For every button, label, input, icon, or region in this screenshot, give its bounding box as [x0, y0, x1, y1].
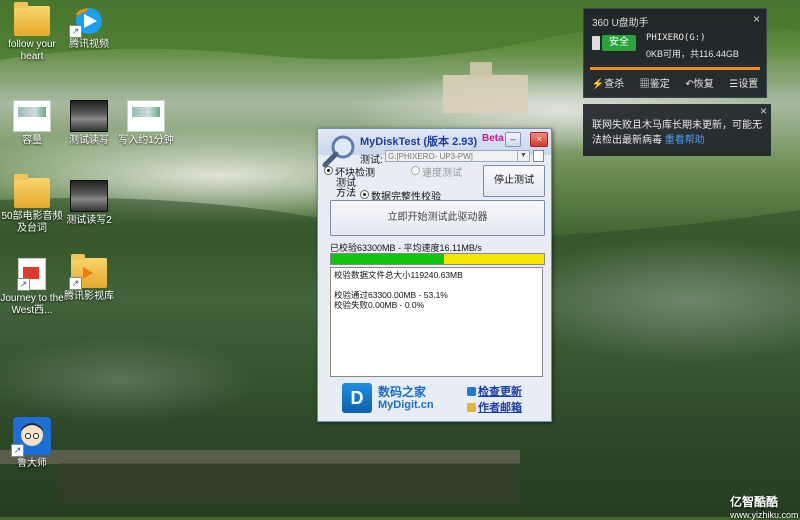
radio-speed-test [411, 166, 420, 175]
drive-name: PHIXERO(G:) [646, 33, 706, 43]
check-update-link[interactable]: 检查更新 [478, 383, 522, 399]
usb-helper-panel: 360 U盘助手 × 安全 PHIXERO(G:) 0KB可用，共116.44G… [583, 8, 767, 98]
folder-icon [14, 174, 50, 208]
email-icon [467, 403, 476, 412]
desktop-icon-movie-audio[interactable]: 50部电影音频及台词 [0, 174, 64, 235]
scan-button[interactable]: ⚡查杀 [592, 75, 624, 90]
brand-name-cn: 数码之家 [378, 385, 427, 399]
video-thumbnail-icon [70, 100, 108, 132]
desktop-icon-read-write-test[interactable]: 测试读写 [57, 100, 121, 147]
video-thumbnail-icon [70, 180, 108, 212]
settings-button[interactable]: ☰设置 [729, 75, 758, 90]
grid-icon: ▦ [639, 79, 650, 90]
footer: D 数码之家 MyDigit.cn 检查更新 作者邮箱 [338, 379, 543, 417]
list-icon: ☰ [729, 79, 739, 90]
close-icon[interactable]: × [760, 104, 767, 119]
tencent-video-icon [69, 6, 107, 38]
desktop-icon-label: 写入约1分钟 [118, 135, 174, 146]
method-label: 测试方法 [336, 178, 356, 199]
desktop-icon-label: follow your heart [8, 39, 56, 62]
screenshot-thumbnail-icon [127, 100, 165, 132]
desktop-icon-ludashi[interactable]: 鲁大师 [0, 417, 64, 470]
warning-notification: × 联网失败且木马库长期未更新，可能无法检出最新病毒 重看帮助 [583, 104, 771, 156]
progress-passed [331, 254, 445, 264]
option-checkbox[interactable] [533, 150, 544, 162]
radio-integrity-check[interactable] [360, 190, 369, 199]
minimize-button[interactable]: – [505, 132, 521, 147]
desktop-icon-label: 腾讯视频 [69, 39, 109, 50]
desktop-icon-read-write-test-2[interactable]: 测试读写2 [57, 180, 121, 227]
beta-label: Beta [482, 133, 504, 144]
identify-button[interactable]: ▦鉴定 [640, 75, 670, 90]
desktop-icon-journey-to-the-west[interactable]: Journey to the West西... [0, 258, 64, 317]
window-title: MyDiskTest (版本 2.93) [360, 136, 478, 148]
log-line: 校验失败0.00MB - 0.0% [334, 300, 425, 310]
progress-remaining [444, 254, 544, 264]
author-email-link[interactable]: 作者邮箱 [478, 399, 522, 415]
desktop-icon-label: 鲁大师 [17, 458, 47, 469]
desktop-icon-label: 测试读写 [69, 135, 109, 146]
drive-select[interactable]: G:[PHIXERO- UP3-PW] ▼ [385, 150, 530, 162]
undo-icon: ↶ [685, 79, 694, 90]
desktop-icon-tencent-movie-library[interactable]: 腾讯影视库 [57, 254, 121, 303]
safe-badge: 安全 [602, 35, 636, 51]
video-folder-icon [69, 254, 107, 290]
ludashi-icon [11, 417, 51, 457]
desktop-icon-label: 测试读写2 [66, 215, 112, 226]
start-test-button[interactable]: 立即开始测试此驱动器 [330, 200, 545, 236]
screenshot-thumbnail-icon [13, 100, 51, 132]
capacity-bar [590, 67, 760, 70]
update-icon [467, 387, 476, 396]
log-line: 校验通过63300.00MB - 53.1% [334, 290, 448, 300]
chevron-down-icon: ▼ [517, 151, 529, 161]
panel-title: 360 U盘助手 [592, 18, 649, 29]
log-line: 校验数据文件总大小119240.63MB [334, 270, 463, 280]
desktop-icon-follow-your-heart[interactable]: follow your heart [0, 2, 64, 63]
close-button[interactable]: × [530, 132, 548, 147]
drive-capacity: 0KB可用，共116.44GB [646, 49, 739, 59]
panel-actions: ⚡查杀 ▦鉴定 ↶恢复 ☰设置 [584, 75, 766, 90]
desktop-icon-label: 50部电影音频及台词 [1, 211, 63, 234]
desktop-icon-label: 容量 [22, 135, 42, 146]
progress-bar [330, 253, 545, 265]
notification-message: 联网失败且木马库长期未更新，可能无法检出最新病毒 重看帮助 [592, 118, 764, 148]
desktop-icon-tencent-video[interactable]: 腾讯视频 [57, 6, 121, 51]
document-file-icon [17, 258, 46, 291]
desktop-icon-write-one-minute[interactable]: 写入约1分钟 [114, 100, 178, 147]
close-icon[interactable]: × [753, 12, 760, 26]
mydigit-logo-icon: D [342, 383, 372, 413]
lightning-icon: ⚡ [591, 79, 605, 90]
log-output: 校验数据文件总大小119240.63MB 校验通过63300.00MB - 53… [330, 267, 543, 377]
radio-bad-block-label: 坏块检测 [335, 168, 375, 179]
desktop-icon-capacity[interactable]: 容量 [0, 100, 64, 147]
radio-speed-test-label: 速度测试 [422, 168, 462, 179]
radio-bad-block[interactable] [324, 166, 333, 175]
watermark: 亿智酷酷 www.yizhiku.com [730, 495, 799, 520]
stop-test-button[interactable]: 停止测试 [483, 165, 545, 197]
desktop-icon-label: Journey to the West西... [0, 293, 64, 316]
folder-icon [14, 2, 50, 36]
help-link[interactable]: 重看帮助 [665, 135, 705, 146]
desktop-icon-label: 腾讯影视库 [64, 291, 114, 302]
mydisktest-window: MyDiskTest (版本 2.93) Beta – × 测试: G:[PHI… [317, 128, 552, 422]
usb-drive-icon [592, 36, 600, 50]
brand-name-en: MyDigit.cn [378, 399, 434, 411]
restore-button[interactable]: ↶恢复 [685, 75, 713, 90]
